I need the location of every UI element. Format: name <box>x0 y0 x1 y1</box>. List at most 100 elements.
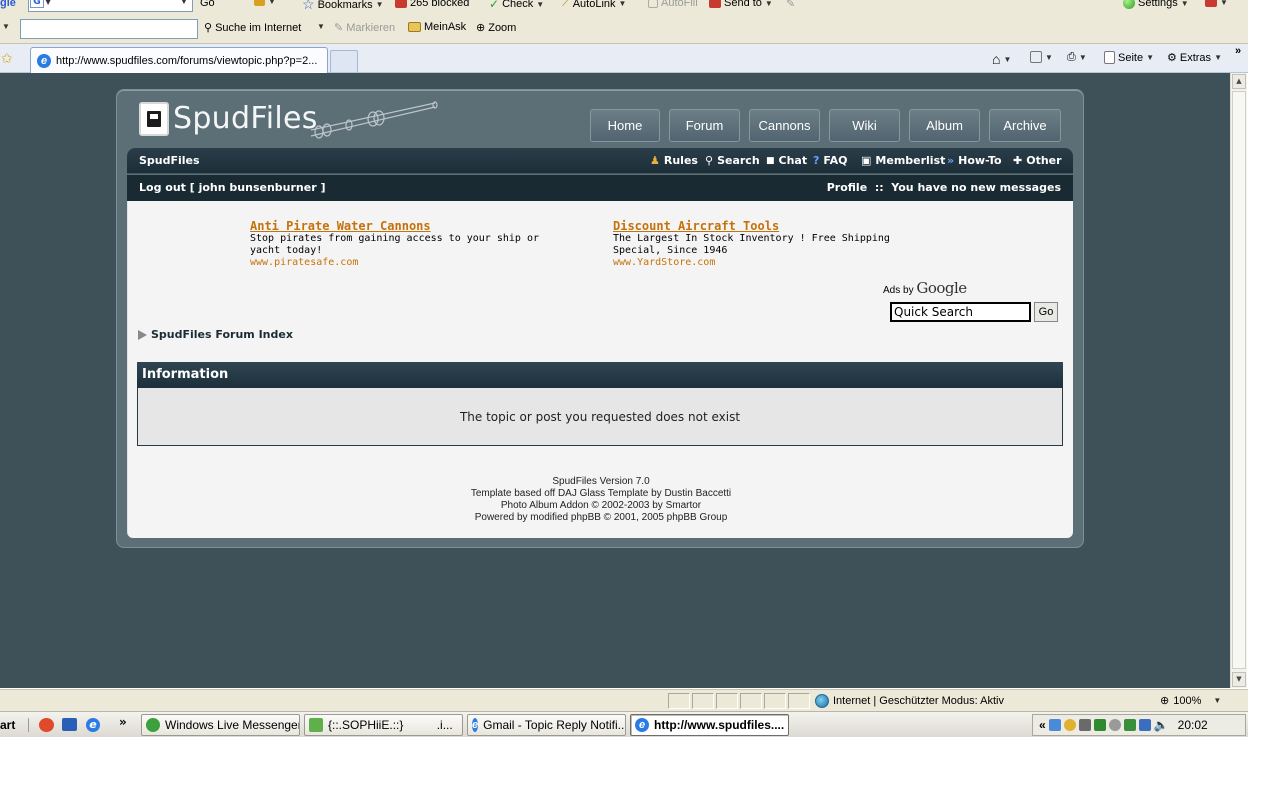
drive-icon[interactable] <box>1078 719 1091 731</box>
nav-home[interactable]: Home <box>590 109 660 142</box>
folder-icon <box>408 22 421 32</box>
nav-wiki[interactable]: Wiki <box>829 109 900 142</box>
nav-archive[interactable]: Archive <box>989 109 1061 142</box>
google-search-input[interactable]: G ▼ <box>28 0 193 12</box>
search-options-dropdown[interactable]: ▼ <box>317 22 325 31</box>
popup-blocked-button[interactable]: 265 blocked <box>395 0 469 9</box>
extension-button[interactable]: ▼ <box>1205 0 1228 7</box>
nav-cannons[interactable]: Cannons <box>749 109 820 142</box>
zoom-button[interactable]: ⊕ Zoom <box>476 21 516 35</box>
ask-search-input[interactable] <box>20 19 198 39</box>
dropdown-arrow[interactable]: ▼ <box>180 0 188 6</box>
update-icon[interactable] <box>1063 719 1076 731</box>
breadcrumb-forum-index[interactable]: SpudFiles Forum Index <box>151 328 293 341</box>
settings-button[interactable]: Settings ▼ <box>1123 0 1189 9</box>
sendto-button[interactable]: Send to ▼ <box>709 0 773 9</box>
nav-album[interactable]: Album <box>909 109 980 142</box>
vertical-scrollbar[interactable]: ▲ ▼ <box>1230 73 1247 688</box>
settings-label: Settings <box>1138 0 1178 9</box>
faq-link[interactable]: ? FAQ <box>813 154 848 167</box>
status-cell <box>692 693 714 709</box>
logout-link[interactable]: Log out [ john bunsenburner ] <box>139 181 326 194</box>
highlighter-icon: ✎ <box>334 22 344 34</box>
monitor-icon[interactable] <box>1138 719 1151 731</box>
profile-messages-link[interactable]: Profile :: You have no new messages <box>827 181 1061 194</box>
search-label: Search <box>717 154 760 167</box>
chevron-right-icon[interactable]: » <box>119 715 127 729</box>
dropdown-arrow[interactable]: ▼ <box>2 22 10 31</box>
battery-icon[interactable] <box>1123 719 1136 731</box>
chat-link[interactable]: ■ Chat <box>766 154 807 167</box>
scroll-down-button[interactable]: ▼ <box>1232 672 1246 687</box>
task-spudfiles[interactable]: e http://www.spudfiles.... <box>630 714 789 736</box>
google-go-button[interactable]: Go <box>200 0 215 9</box>
security-zone[interactable]: Internet | Geschützter Modus: Aktiv <box>815 694 1004 708</box>
check-button[interactable]: ✓ Check ▼ <box>489 0 544 11</box>
favorites-star-icon[interactable]: ✩ <box>1 51 13 67</box>
autolink-label: AutoLink <box>572 0 616 10</box>
rules-link[interactable]: ♟ Rules <box>650 154 698 167</box>
web-search-button[interactable]: ⚲ Suche im Internet <box>204 21 301 35</box>
network-icon[interactable] <box>1048 719 1061 731</box>
gear-icon: ⚙ <box>1167 52 1177 64</box>
active-tab[interactable]: e http://www.spudfiles.com/forums/viewto… <box>30 47 328 73</box>
ad-title[interactable]: Anti Pirate Water Cannons <box>250 220 570 232</box>
page-menu-button[interactable]: Seite ▼ <box>1104 51 1154 64</box>
double-chevron-icon: » <box>947 154 955 167</box>
bookmarks-button[interactable]: ☆ Bookmarks ▼ <box>302 0 384 13</box>
howto-link[interactable]: » How-To <box>947 154 1002 167</box>
search-link[interactable]: ⚲ Search <box>705 154 760 167</box>
quick-search-input[interactable]: Quick Search <box>890 302 1031 322</box>
aim-icon[interactable] <box>39 718 54 732</box>
markieren-button[interactable]: ✎ Markieren <box>334 21 395 35</box>
security-icon[interactable] <box>1093 719 1106 731</box>
ad-title[interactable]: Discount Aircraft Tools <box>613 220 933 232</box>
send-icon <box>709 0 721 8</box>
sendto-label: Send to <box>724 0 762 9</box>
scroll-up-button[interactable]: ▲ <box>1232 74 1246 89</box>
task-gmail[interactable]: e Gmail - Topic Reply Notifi... <box>467 714 626 736</box>
feeds-button[interactable]: ▼ <box>1030 51 1053 63</box>
new-tab-button[interactable] <box>330 50 358 72</box>
home-button[interactable]: ⌂ ▼ <box>992 51 1011 67</box>
scroll-thumb[interactable] <box>1232 91 1246 669</box>
other-link[interactable]: ✚ Other <box>1013 154 1062 167</box>
ie-page-icon: e <box>635 718 649 732</box>
ad-url[interactable]: www.piratesafe.com <box>250 257 570 269</box>
chevron-left-icon[interactable]: « <box>1039 718 1046 732</box>
autofill-button[interactable]: AutoFill <box>648 0 698 9</box>
nav-forum[interactable]: Forum <box>669 109 740 142</box>
chevron-right-icon[interactable]: » <box>1235 45 1241 57</box>
block-icon <box>395 0 407 8</box>
status-cell <box>716 693 738 709</box>
clock[interactable]: 20:02 <box>1178 718 1208 732</box>
settings-orb-icon <box>1123 0 1135 9</box>
pencil-icon[interactable]: ✎ <box>786 0 795 10</box>
info-panel-title: Information <box>137 362 1063 388</box>
start-button[interactable]: art <box>0 714 15 736</box>
memberlist-link[interactable]: ▣ Memberlist <box>861 154 945 167</box>
ad-2[interactable]: Discount Aircraft Tools The Largest In S… <box>613 220 933 269</box>
task-sophiie[interactable]: {::.SOPHiiE.::} .i... <box>304 714 463 736</box>
site-name-link[interactable]: SpudFiles <box>139 154 200 167</box>
autolink-button[interactable]: ⟋ AutoLink ▼ <box>562 0 626 10</box>
meinask-button[interactable]: MeinAsk <box>408 21 466 33</box>
security-zone-label: Internet | Geschützter Modus: Aktiv <box>833 695 1004 707</box>
desktop-icon[interactable] <box>62 718 77 731</box>
task-label: Windows Live Messenger <box>165 718 300 732</box>
ads-by-google[interactable]: Ads by Google <box>883 279 967 297</box>
task-messenger[interactable]: Windows Live Messenger <box>141 714 300 736</box>
user-icon[interactable] <box>1108 719 1121 731</box>
speaker-icon[interactable]: 🔈 <box>1154 718 1169 732</box>
print-button[interactable]: ⎙ ▼ <box>1067 51 1087 64</box>
tool-icon[interactable]: ▼ <box>254 0 276 6</box>
help-icon: ? <box>813 154 820 167</box>
chat-label: Chat <box>778 154 808 167</box>
ad-url[interactable]: www.YardStore.com <box>613 257 933 269</box>
chevron-down-icon: ▼ <box>1220 0 1228 7</box>
ad-1[interactable]: Anti Pirate Water Cannons Stop pirates f… <box>250 220 570 269</box>
ie-quicklaunch-icon[interactable]: e <box>86 718 100 732</box>
quick-search-go-button[interactable]: Go <box>1034 302 1058 322</box>
tools-menu-button[interactable]: ⚙ Extras ▼ <box>1167 51 1222 65</box>
zoom-level[interactable]: ⊕ 100% ▼ <box>1160 694 1221 708</box>
